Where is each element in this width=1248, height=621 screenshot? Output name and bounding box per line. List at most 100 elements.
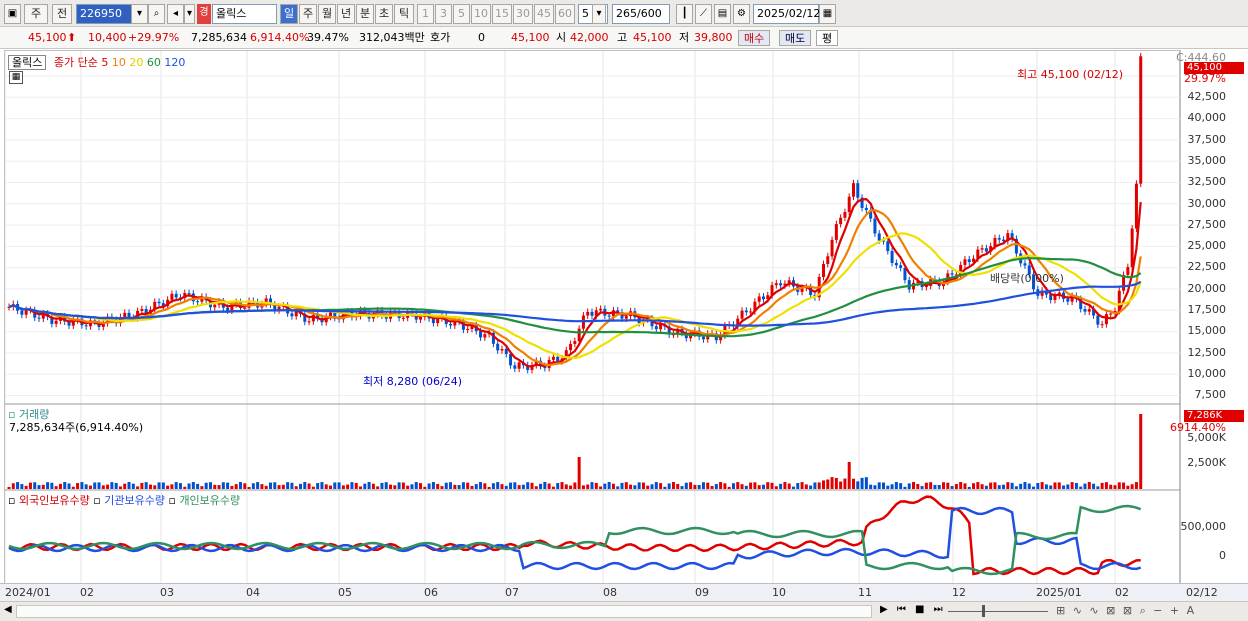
calendar-icon[interactable]: ▦ [819, 4, 836, 24]
volume-bar [208, 482, 212, 489]
interval-10[interactable]: 10 [471, 4, 491, 24]
period-day[interactable]: 일 [280, 4, 298, 24]
grid-icon[interactable]: ▦ [9, 71, 23, 84]
volume-bar [1079, 486, 1083, 489]
pct-tag: 29.97% [1184, 72, 1226, 85]
volume-bar [594, 482, 598, 489]
period-minute[interactable]: 분 [356, 4, 374, 24]
volume-bar [277, 485, 281, 489]
volume-bar [650, 484, 654, 489]
volume-bar [912, 482, 916, 489]
volume-bar [46, 482, 50, 489]
volume-bar [384, 482, 388, 489]
volume-bar [11, 483, 15, 489]
volume-bar [1053, 482, 1057, 489]
candle-body [779, 283, 783, 286]
date-field[interactable]: 2025/02/12 [753, 4, 820, 24]
high-annotation: 최고 45,100 (02/12) [1017, 68, 1124, 81]
volume-bar [569, 485, 573, 489]
interval-15[interactable]: 15 [492, 4, 512, 24]
volume-bar [491, 483, 495, 489]
interval-45[interactable]: 45 [534, 4, 554, 24]
low-label: 저 [679, 31, 690, 44]
volume-bar [783, 482, 787, 489]
volume-bar [294, 486, 298, 489]
volume-bar [689, 482, 693, 489]
period-month[interactable]: 월 [318, 4, 336, 24]
interval-1[interactable]: 1 [417, 4, 434, 24]
candle-body [607, 315, 611, 317]
candle-body [980, 248, 984, 250]
save-icon[interactable]: ▤ [714, 4, 731, 24]
sell-button[interactable]: 매도 [779, 30, 812, 46]
period-second[interactable]: 초 [375, 4, 393, 24]
zoom-slider[interactable] [948, 611, 1048, 612]
volume-bar [76, 483, 80, 489]
volume-bar [33, 482, 37, 489]
x-label: 11 [858, 586, 872, 599]
volume-bar [929, 482, 933, 489]
scroll-track[interactable] [16, 605, 872, 618]
volume-bar [534, 486, 538, 489]
period-week[interactable]: 주 [299, 4, 317, 24]
x-label: 10 [772, 586, 786, 599]
high-label: 고 [617, 31, 628, 44]
price-change: 10,400 [88, 31, 127, 44]
volume-bar [761, 484, 765, 489]
high-price: 45,100 [633, 31, 672, 44]
buy-button[interactable]: 매수 [738, 30, 771, 46]
volume-bar [273, 482, 277, 489]
candle-icon[interactable]: ┃ [676, 4, 693, 24]
chevron-down-icon[interactable]: ▾ [131, 4, 148, 24]
y-tick-label: 32,500 [1187, 175, 1227, 189]
volume-bar [333, 482, 337, 489]
volume-value-label: 7,285,634주(6,914.40%) [9, 421, 144, 434]
draw-icon[interactable]: ⟋ [695, 4, 712, 24]
interval-60[interactable]: 60 [555, 4, 575, 24]
y-tick-label: 35,000 [1187, 153, 1227, 167]
speaker-icon[interactable]: ◂ [167, 4, 184, 24]
interval-30[interactable]: 30 [513, 4, 533, 24]
candle-body [556, 356, 560, 362]
draw-tools[interactable]: ⊞ ∿ ∿ ⊠ ⊠ ⌕ − + A [1056, 604, 1196, 618]
range-field[interactable]: 265/600 [612, 4, 670, 24]
search-icon[interactable]: ⌕ [148, 4, 165, 24]
volume-bar [843, 478, 847, 489]
eval-button[interactable]: 평 [816, 30, 839, 46]
period-mode-select[interactable]: 주 [24, 4, 48, 24]
volume-bar [933, 484, 937, 489]
volume-bar [1032, 486, 1036, 489]
volume-bar [976, 482, 980, 489]
candle-body [157, 301, 161, 304]
volume-bar [123, 483, 127, 489]
scroll-left-icon[interactable]: ◀ [4, 604, 12, 615]
gear-icon[interactable]: ⚙ [733, 4, 750, 24]
chevron-down-icon[interactable]: ▾ [592, 4, 606, 24]
interval-3[interactable]: 3 [435, 4, 452, 24]
prev-button[interactable]: 전 [52, 4, 72, 24]
volume-bar [316, 483, 320, 489]
holding-tick-0: 0 [1219, 549, 1226, 562]
window-icon[interactable]: ▣ [4, 4, 21, 24]
volume-bar [607, 482, 611, 489]
interval-5[interactable]: 5 [453, 4, 470, 24]
period-tick[interactable]: 틱 [394, 4, 414, 24]
nav-buttons[interactable]: ▶ ⏮ ■ ⏭ [880, 604, 946, 615]
volume-bar [299, 483, 303, 489]
volume-bar [697, 485, 701, 489]
stock-name-field[interactable]: 올릭스 [212, 4, 277, 24]
hoga-label: 호가 [430, 31, 451, 44]
chart-area[interactable]: 올릭스 종가 단순 5 10 20 60 120 ▦ 최고 45,100 (02… [4, 50, 1181, 600]
period-year[interactable]: 년 [337, 4, 355, 24]
volume-bar [187, 483, 191, 489]
volume-bar [500, 484, 504, 489]
dropdown-icon[interactable]: ▾ [184, 4, 195, 24]
legend-stock-name[interactable]: 올릭스 [8, 55, 47, 70]
volume-bar [1134, 482, 1138, 489]
volume-bar [993, 482, 997, 489]
volume-bar [67, 483, 71, 489]
zoom-slider-thumb[interactable] [982, 605, 985, 617]
volume-bar [521, 484, 525, 489]
candle-body [701, 336, 705, 340]
volume-bar [937, 484, 941, 489]
